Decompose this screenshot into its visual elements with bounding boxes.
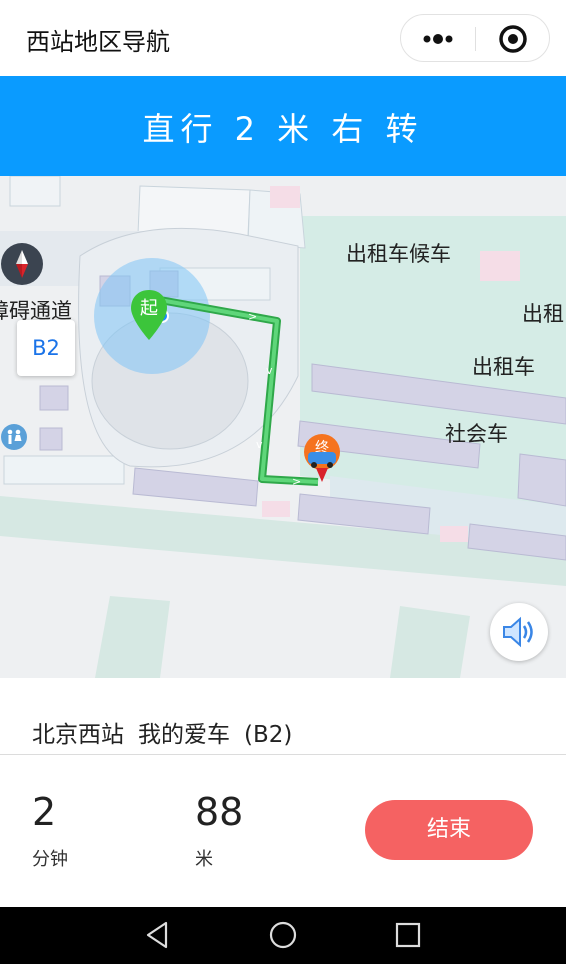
label-accessible-passage: 障碍通道 bbox=[0, 299, 72, 323]
guidance-banner: 直行 2 米 右 转 bbox=[0, 76, 566, 176]
speaker-icon bbox=[503, 616, 533, 648]
recents-icon[interactable] bbox=[388, 915, 428, 955]
indoor-map[interactable]: > v v > 起 终 B2 出租车候车 出租 出租车 社会车 碍通道 bbox=[0, 176, 566, 678]
start-marker: 起 bbox=[131, 290, 167, 340]
label-taxi: 出租车 bbox=[472, 355, 535, 379]
floor-switch-button[interactable]: B2 bbox=[17, 320, 75, 376]
more-dots-icon bbox=[423, 34, 453, 44]
home-icon[interactable] bbox=[263, 915, 303, 955]
voice-toggle-button[interactable] bbox=[490, 603, 548, 661]
more-button[interactable] bbox=[401, 15, 475, 63]
start-marker-label: 起 bbox=[140, 298, 158, 319]
back-icon[interactable] bbox=[138, 915, 178, 955]
menu-capsule bbox=[400, 14, 550, 62]
distance-unit: 米 bbox=[195, 849, 213, 870]
label-taxi-waiting: 出租车候车 bbox=[346, 242, 451, 266]
divider bbox=[0, 754, 566, 755]
end-navigation-button[interactable]: 结束 bbox=[365, 800, 533, 860]
svg-text:>: > bbox=[248, 310, 257, 323]
station-name: 北京西站 bbox=[32, 722, 124, 748]
system-nav-bar bbox=[0, 907, 566, 964]
compass-icon[interactable] bbox=[0, 242, 44, 286]
svg-text:v: v bbox=[256, 438, 263, 451]
time-value: 2 bbox=[32, 790, 57, 834]
close-button[interactable] bbox=[476, 15, 550, 63]
page-title: 西站地区导航 bbox=[26, 28, 170, 56]
end-marker: 终 bbox=[304, 434, 340, 482]
destination-line: 北京西站 我的爱车 (B2) bbox=[32, 715, 306, 749]
guidance-instruction: 直行 2 米 右 转 bbox=[142, 110, 424, 148]
destination-name: 我的爱车 bbox=[138, 722, 230, 748]
svg-text:v: v bbox=[266, 364, 273, 377]
top-bar: 西站地区导航 bbox=[0, 0, 566, 76]
label-social-vehicle: 社会车 bbox=[445, 422, 508, 446]
target-close-icon bbox=[499, 25, 527, 53]
label-taxi-partial: 出租 bbox=[522, 302, 564, 326]
destination-floor: (B2) bbox=[244, 722, 293, 748]
distance-value: 88 bbox=[195, 790, 244, 834]
time-unit: 分钟 bbox=[32, 849, 68, 870]
restroom-icon bbox=[1, 424, 27, 450]
